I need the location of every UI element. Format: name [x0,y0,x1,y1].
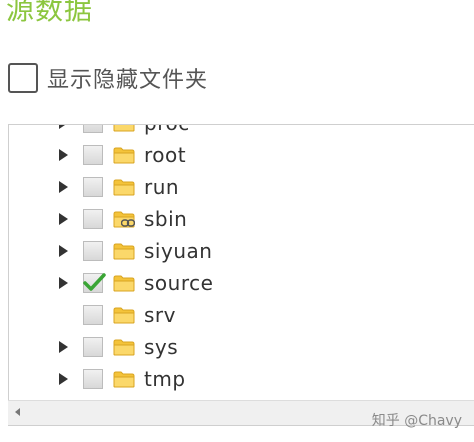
tree-row-run[interactable]: run [9,171,474,203]
show-hidden-checkbox[interactable] [8,63,38,93]
folder-name[interactable]: run [144,173,179,201]
folder-checkbox[interactable] [83,273,106,293]
folder-icon [113,371,135,388]
folder-tree-rows: proc root run sbin siyuan source srv sys tmp [9,125,474,395]
show-hidden-folders-toggle[interactable]: 显示隐藏文件夹 [8,62,208,94]
expand-arrow-icon[interactable] [59,341,68,353]
folder-name[interactable]: source [144,269,213,297]
source-data-dialog: 源数据 显示隐藏文件夹 proc root run sbin siyuan source s… [0,0,474,442]
folder-name[interactable]: root [144,141,186,169]
folder-checkbox[interactable] [83,125,103,133]
expand-arrow-icon[interactable] [59,149,68,161]
folder-checkbox[interactable] [83,241,103,261]
folder-name[interactable]: sbin [144,205,187,233]
scroll-left-icon[interactable] [15,408,20,416]
folder-icon [113,307,135,324]
folder-icon [113,147,135,164]
tree-row-proc[interactable]: proc [9,125,474,139]
expand-arrow-icon[interactable] [59,181,68,193]
folder-checkbox[interactable] [83,209,103,229]
folder-name[interactable]: siyuan [144,237,212,265]
folder-checkbox[interactable] [83,337,103,357]
tree-row-siyuan[interactable]: siyuan [9,235,474,267]
checkmark-icon [83,273,106,291]
folder-icon [113,243,135,260]
tree-row-sbin[interactable]: sbin [9,203,474,235]
expand-arrow-icon[interactable] [59,373,68,385]
folder-name[interactable]: sys [144,333,178,361]
folder-checkbox[interactable] [83,177,103,197]
tree-row-sys[interactable]: sys [9,331,474,363]
folder-icon [113,275,135,292]
expand-arrow-icon[interactable] [59,277,68,289]
folder-name[interactable]: srv [144,301,176,329]
folder-link-icon [113,211,135,228]
folder-checkbox[interactable] [83,145,103,165]
tree-row-root[interactable]: root [9,139,474,171]
folder-checkbox[interactable] [83,305,103,325]
folder-tree: proc root run sbin siyuan source srv sys tmp [8,124,474,426]
folder-name[interactable]: proc [144,125,190,137]
folder-icon [113,339,135,356]
folder-icon [113,125,135,132]
folder-checkbox[interactable] [83,369,103,389]
show-hidden-label: 显示隐藏文件夹 [47,68,209,93]
tree-row-srv[interactable]: srv [9,299,474,331]
page-title: 源数据 [6,0,94,26]
tree-row-tmp[interactable]: tmp [9,363,474,395]
expand-arrow-icon[interactable] [59,125,68,129]
folder-icon [113,179,135,196]
folder-name[interactable]: tmp [144,365,186,393]
tree-row-source[interactable]: source [9,267,474,299]
expand-arrow-icon[interactable] [59,245,68,257]
expand-arrow-icon[interactable] [59,213,68,225]
watermark: 知乎 @Chavy [371,413,462,429]
